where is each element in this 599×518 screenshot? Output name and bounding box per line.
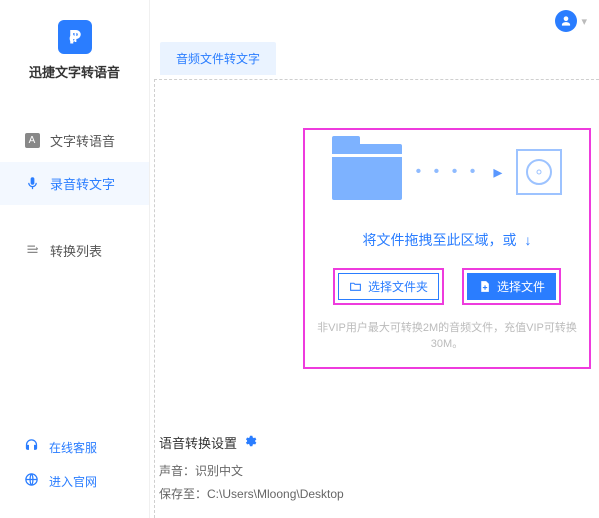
folder-small-icon <box>349 280 362 293</box>
settings-save-row: 保存至：C:\Users\Mloong\Desktop <box>159 483 344 506</box>
file-add-icon <box>478 280 491 293</box>
nav-item-list[interactable]: 转换列表 <box>0 229 149 272</box>
button-row: 选择文件夹 选择文件 <box>315 268 579 305</box>
voice-value: 识别中文 <box>195 464 243 478</box>
link-label: 在线客服 <box>49 439 97 456</box>
link-label: 进入官网 <box>49 473 97 490</box>
save-value: C:\Users\Mloong\Desktop <box>207 487 344 501</box>
settings-panel: 语音转换设置 声音：识别中文 保存至：C:\Users\Mloong\Deskt… <box>159 432 344 506</box>
voice-label: 声音： <box>159 464 195 478</box>
app-logo: d <box>58 20 92 54</box>
content: • • • • ▸ 将文件拖拽至此区域，或 ↓ 选择文件夹 <box>154 79 599 518</box>
headset-icon <box>24 438 39 456</box>
text-icon: A <box>24 133 40 149</box>
folder-icon <box>332 144 402 200</box>
tabs: 音频文件转文字 <box>150 42 599 75</box>
tab-audio-to-text[interactable]: 音频文件转文字 <box>160 42 276 75</box>
dropzone-text-label: 将文件拖拽至此区域，或 <box>363 232 517 248</box>
nav-label: 转换列表 <box>50 241 102 260</box>
dots-icon: • • • • <box>416 163 480 181</box>
button-label: 选择文件 <box>497 278 545 295</box>
settings-voice-row: 声音：识别中文 <box>159 460 344 483</box>
nav-item-tts[interactable]: A 文字转语音 <box>0 119 149 162</box>
nav: A 文字转语音 录音转文字 转换列表 <box>0 119 149 272</box>
settings-title: 语音转换设置 <box>159 432 237 457</box>
bottom-links: 在线客服 进入官网 <box>0 430 149 518</box>
topbar: ▾ <box>150 0 599 42</box>
dropzone-text: 将文件拖拽至此区域，或 ↓ <box>315 230 579 250</box>
target-icon <box>516 149 562 195</box>
logo-area: d 迅捷文字转语音 <box>0 0 149 91</box>
link-website[interactable]: 进入官网 <box>0 464 149 498</box>
gear-icon[interactable] <box>243 432 257 457</box>
nav-label: 文字转语音 <box>50 131 115 150</box>
nav-label: 录音转文字 <box>50 174 115 193</box>
list-icon <box>24 243 40 259</box>
save-label: 保存至： <box>159 487 207 501</box>
svg-text:d: d <box>69 30 77 45</box>
settings-title-row: 语音转换设置 <box>159 432 344 457</box>
dropzone-icons: • • • • ▸ <box>315 144 579 200</box>
dropzone-hint: 非VIP用户最大可转换2M的音频文件，充值VIP可转换30M。 <box>315 319 579 351</box>
link-support[interactable]: 在线客服 <box>0 430 149 464</box>
chevron-down-icon[interactable]: ▾ <box>581 15 587 28</box>
download-arrow-icon: ↓ <box>524 232 531 248</box>
app-title: 迅捷文字转语音 <box>0 62 149 81</box>
button-label: 选择文件夹 <box>368 278 428 295</box>
arrow-icon: ▸ <box>493 162 502 183</box>
nav-item-stt[interactable]: 录音转文字 <box>0 162 149 205</box>
select-folder-button[interactable]: 选择文件夹 <box>333 268 444 305</box>
select-file-button[interactable]: 选择文件 <box>462 268 561 305</box>
user-avatar[interactable] <box>555 10 577 32</box>
main: ▾ 音频文件转文字 • • • • ▸ 将文件拖拽至此区域，或 ↓ <box>150 0 599 518</box>
globe-icon <box>24 472 39 490</box>
sidebar: d 迅捷文字转语音 A 文字转语音 录音转文字 转换列表 在线客服 <box>0 0 150 518</box>
mic-icon <box>24 176 40 192</box>
dropzone[interactable]: • • • • ▸ 将文件拖拽至此区域，或 ↓ 选择文件夹 <box>303 128 591 369</box>
